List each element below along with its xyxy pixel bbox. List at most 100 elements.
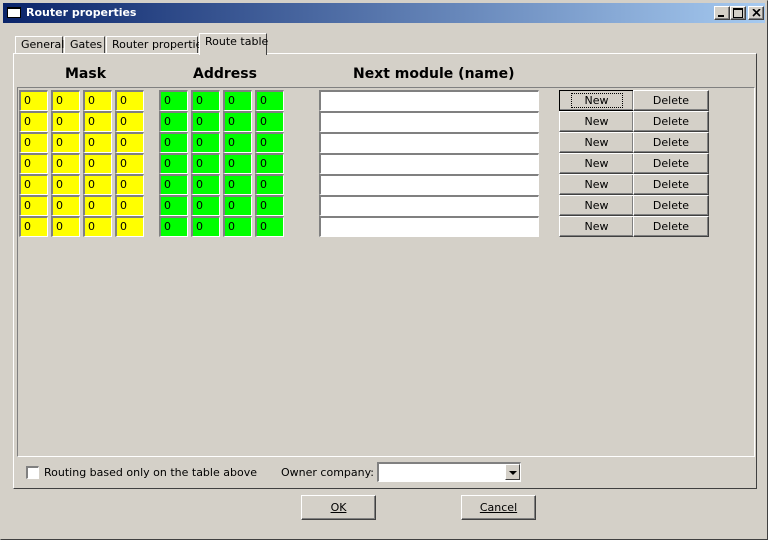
address-octet-input[interactable]: 0: [255, 153, 284, 174]
address-octet-input[interactable]: 0: [223, 132, 252, 153]
new-route-button[interactable]: New: [559, 111, 634, 132]
new-route-label: New: [584, 220, 609, 233]
new-route-button[interactable]: New: [559, 174, 634, 195]
mask-octet-input[interactable]: 0: [115, 153, 144, 174]
mask-octet-input[interactable]: 0: [19, 174, 48, 195]
address-octet-input[interactable]: 0: [223, 195, 252, 216]
tab-route-table[interactable]: Route table: [199, 33, 268, 55]
mask-octet-input[interactable]: 0: [19, 111, 48, 132]
address-octet-input[interactable]: 0: [255, 111, 284, 132]
address-octet-input[interactable]: 0: [159, 174, 188, 195]
ok-button[interactable]: OK: [301, 495, 376, 520]
delete-route-button[interactable]: Delete: [633, 90, 709, 111]
mask-header: Mask: [65, 66, 107, 82]
delete-route-button[interactable]: Delete: [633, 216, 709, 237]
address-octet-input[interactable]: 0: [223, 216, 252, 237]
new-route-button[interactable]: New: [559, 195, 634, 216]
minimize-button[interactable]: [714, 6, 730, 20]
mask-octet-input[interactable]: 0: [115, 90, 144, 111]
address-octet-input[interactable]: 0: [159, 132, 188, 153]
delete-route-button[interactable]: Delete: [633, 111, 709, 132]
routing-only-checkbox[interactable]: [26, 466, 39, 479]
next-module-input[interactable]: [319, 216, 539, 237]
address-octet-input[interactable]: 0: [159, 195, 188, 216]
address-octet-input[interactable]: 0: [191, 216, 220, 237]
mask-octet-input[interactable]: 0: [51, 153, 80, 174]
address-octet-input[interactable]: 0: [159, 153, 188, 174]
mask-octet-input[interactable]: 0: [51, 174, 80, 195]
address-octet-input[interactable]: 0: [255, 195, 284, 216]
delete-route-button[interactable]: Delete: [633, 153, 709, 174]
mask-octet-input[interactable]: 0: [51, 132, 80, 153]
next-module-input[interactable]: [319, 195, 539, 216]
mask-octet-input[interactable]: 0: [19, 90, 48, 111]
delete-route-button[interactable]: Delete: [633, 132, 709, 153]
ok-label: OK: [330, 501, 347, 514]
new-route-button[interactable]: New: [559, 153, 634, 174]
mask-octet-input[interactable]: 0: [83, 132, 112, 153]
mask-octet-input[interactable]: 0: [51, 216, 80, 237]
mask-octet-input[interactable]: 0: [115, 195, 144, 216]
address-octet-input[interactable]: 0: [223, 153, 252, 174]
mask-octet-input[interactable]: 0: [83, 153, 112, 174]
close-icon: [752, 9, 761, 17]
address-octet-input[interactable]: 0: [191, 132, 220, 153]
address-octet-input[interactable]: 0: [159, 216, 188, 237]
mask-octet-input[interactable]: 0: [83, 90, 112, 111]
tab-router-properties[interactable]: Router properties: [106, 36, 208, 54]
mask-octet-input[interactable]: 0: [19, 132, 48, 153]
address-octet-input[interactable]: 0: [191, 174, 220, 195]
title-bar[interactable]: Router properties: [3, 3, 765, 23]
address-header: Address: [193, 66, 257, 82]
next-module-input[interactable]: [319, 132, 539, 153]
mask-octet-input[interactable]: 0: [19, 216, 48, 237]
address-octet-input[interactable]: 0: [159, 90, 188, 111]
next-module-input[interactable]: [319, 174, 539, 195]
address-octet-input[interactable]: 0: [223, 111, 252, 132]
owner-company-label: Owner company:: [281, 466, 375, 479]
chevron-down-icon[interactable]: [505, 464, 520, 480]
new-route-label: New: [584, 157, 609, 170]
mask-octet-input[interactable]: 0: [51, 195, 80, 216]
new-route-button[interactable]: New: [559, 132, 634, 153]
owner-company-select[interactable]: [377, 462, 521, 482]
mask-octet-input[interactable]: 0: [51, 90, 80, 111]
mask-octet-input[interactable]: 0: [19, 195, 48, 216]
address-octet-input[interactable]: 0: [223, 90, 252, 111]
tab-general[interactable]: General: [15, 36, 64, 54]
mask-octet-input[interactable]: 0: [19, 153, 48, 174]
address-octet-input[interactable]: 0: [223, 174, 252, 195]
cancel-button[interactable]: Cancel: [461, 495, 536, 520]
new-route-label: New: [584, 136, 609, 149]
tab-gates[interactable]: Gates: [64, 36, 105, 54]
address-octet-input[interactable]: 0: [255, 174, 284, 195]
new-route-button[interactable]: New: [559, 90, 634, 111]
mask-octet-input[interactable]: 0: [115, 132, 144, 153]
next-module-input[interactable]: [319, 90, 539, 111]
mask-octet-input[interactable]: 0: [83, 195, 112, 216]
address-octet-input[interactable]: 0: [191, 111, 220, 132]
mask-octet-input[interactable]: 0: [83, 174, 112, 195]
new-route-label: New: [584, 115, 609, 128]
address-octet-input[interactable]: 0: [255, 132, 284, 153]
mask-octet-input[interactable]: 0: [115, 174, 144, 195]
address-octet-input[interactable]: 0: [255, 90, 284, 111]
address-octet-input[interactable]: 0: [191, 153, 220, 174]
delete-route-button[interactable]: Delete: [633, 174, 709, 195]
address-octet-input[interactable]: 0: [159, 111, 188, 132]
mask-octet-input[interactable]: 0: [115, 111, 144, 132]
mask-octet-input[interactable]: 0: [51, 111, 80, 132]
maximize-button[interactable]: [730, 6, 746, 20]
next-module-input[interactable]: [319, 111, 539, 132]
address-octet-input[interactable]: 0: [191, 90, 220, 111]
new-route-button[interactable]: New: [559, 216, 634, 237]
mask-octet-input[interactable]: 0: [83, 216, 112, 237]
address-octet-input[interactable]: 0: [191, 195, 220, 216]
close-button[interactable]: [748, 6, 764, 20]
address-octet-input[interactable]: 0: [255, 216, 284, 237]
delete-route-button[interactable]: Delete: [633, 195, 709, 216]
next-module-input[interactable]: [319, 153, 539, 174]
new-route-label: New: [570, 93, 623, 108]
mask-octet-input[interactable]: 0: [83, 111, 112, 132]
mask-octet-input[interactable]: 0: [115, 216, 144, 237]
